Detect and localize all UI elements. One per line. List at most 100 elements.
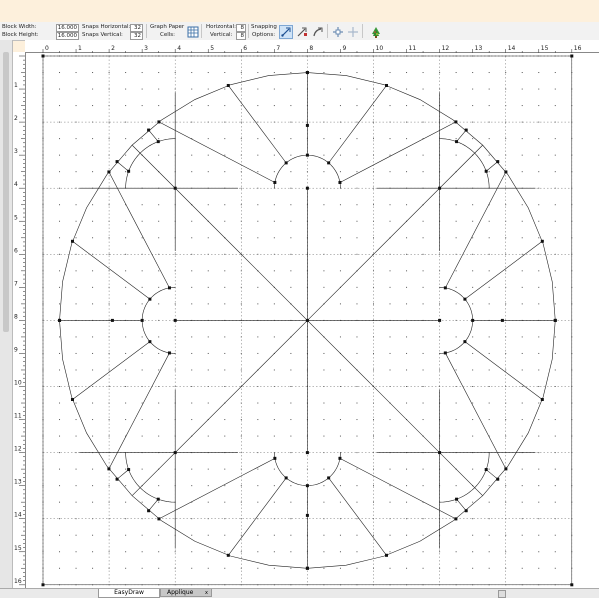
drawn-line (108, 352, 170, 470)
drawn-line (307, 145, 483, 321)
node (173, 186, 177, 190)
ruler-label: 13 (475, 45, 483, 52)
block-width-field[interactable]: 16.000 (56, 24, 79, 32)
color-tree-icon[interactable] (369, 25, 383, 39)
node (454, 120, 458, 124)
options-label: Options: (252, 32, 276, 38)
ruler-label: 13 (14, 479, 22, 486)
node (58, 318, 62, 322)
drawn-line (464, 341, 543, 400)
drawn-line (328, 85, 387, 164)
snap-to-grid-icon[interactable] (279, 25, 293, 39)
node (147, 128, 151, 132)
snaps-vertical-field[interactable]: 32 (130, 32, 143, 40)
ruler-label: 11 (14, 413, 22, 420)
node (338, 180, 342, 184)
ruler-label: 10 (376, 45, 384, 52)
vertical-cells-field[interactable]: 8 (236, 32, 246, 40)
ruler-label: 9 (14, 346, 18, 353)
node (110, 318, 114, 322)
vertical-ruler: 1 2 3 4 5 6 7 8 9 10 11 12 13 14 15 16 (13, 52, 26, 588)
node (147, 509, 151, 513)
node (305, 513, 309, 517)
node (284, 161, 288, 165)
ruler-label: 9 (342, 45, 346, 52)
tab-scroll-icon[interactable]: x (205, 589, 208, 597)
node (127, 468, 131, 472)
drawn-line (148, 129, 159, 142)
add-node-icon[interactable] (331, 25, 345, 39)
ruler-label: 7 (276, 45, 280, 52)
drawn-line (464, 241, 543, 300)
node (157, 120, 161, 124)
graph-paper-icon[interactable] (186, 25, 200, 39)
horizontal-label: Horizontal: (206, 24, 236, 30)
node (127, 169, 131, 173)
drawn-line (132, 145, 308, 321)
scrollbar-thumb[interactable] (3, 52, 9, 332)
separator (248, 24, 249, 38)
ruler-label: 5 (210, 45, 214, 52)
node (305, 484, 309, 488)
node (540, 239, 544, 243)
snap-to-drawing-icon[interactable] (311, 25, 325, 39)
snaps-vertical-label: Snaps Vertical: (82, 32, 123, 38)
drawn-line (456, 129, 467, 142)
snaps-horizontal-field[interactable]: 32 (130, 24, 143, 32)
separator (327, 24, 328, 38)
drawn-line (228, 85, 287, 164)
snap-to-node-icon[interactable] (295, 25, 309, 39)
node (553, 318, 557, 322)
drawing-canvas[interactable] (26, 53, 599, 588)
node (173, 318, 177, 322)
ruler-label: 5 (14, 214, 18, 221)
drawn-line (456, 498, 467, 511)
drawn-line (72, 241, 151, 300)
delete-node-icon[interactable] (346, 25, 360, 39)
block-height-field[interactable]: 16.000 (56, 32, 79, 40)
node (156, 140, 160, 144)
node (443, 286, 447, 290)
drawn-line (328, 477, 387, 556)
node (157, 517, 161, 521)
ruler-label: 15 (14, 545, 22, 552)
node (570, 54, 574, 58)
horizontal-cells-field[interactable]: 8 (236, 24, 246, 32)
node (305, 123, 309, 127)
snapping-label: Snapping (251, 24, 277, 30)
ruler-label: 3 (14, 148, 18, 155)
vertical-scrollbar[interactable] (0, 40, 13, 594)
drawn-line (485, 161, 498, 172)
ruler-label: 14 (508, 45, 516, 52)
node (438, 451, 442, 455)
node (148, 297, 152, 301)
block-height-label: Block Height: (2, 32, 39, 38)
node (273, 456, 277, 460)
drawn-line (158, 121, 275, 183)
ruler-label: 2 (111, 45, 115, 52)
node (327, 476, 331, 480)
node (454, 517, 458, 521)
ruler-label: 8 (309, 45, 313, 52)
node (273, 180, 277, 184)
block-drawing[interactable] (26, 53, 599, 588)
node (115, 160, 119, 164)
ruler-label: 4 (177, 45, 181, 52)
ruler-label: 3 (144, 45, 148, 52)
node (463, 340, 467, 344)
ruler-label: 7 (14, 280, 18, 287)
node (464, 128, 468, 132)
drawn-line (116, 161, 129, 172)
tab-applique[interactable]: Applique x (160, 589, 212, 597)
ruler-label: 10 (14, 380, 22, 387)
drawn-line (158, 458, 275, 520)
ruler-label: 12 (442, 45, 450, 52)
ruler-label: 8 (14, 313, 18, 320)
drawn-line (148, 498, 159, 511)
separator (362, 24, 363, 38)
block-width-label: Block Width: (2, 24, 37, 30)
node (226, 83, 230, 87)
drawn-line (228, 477, 287, 556)
node (70, 239, 74, 243)
node (504, 467, 508, 471)
